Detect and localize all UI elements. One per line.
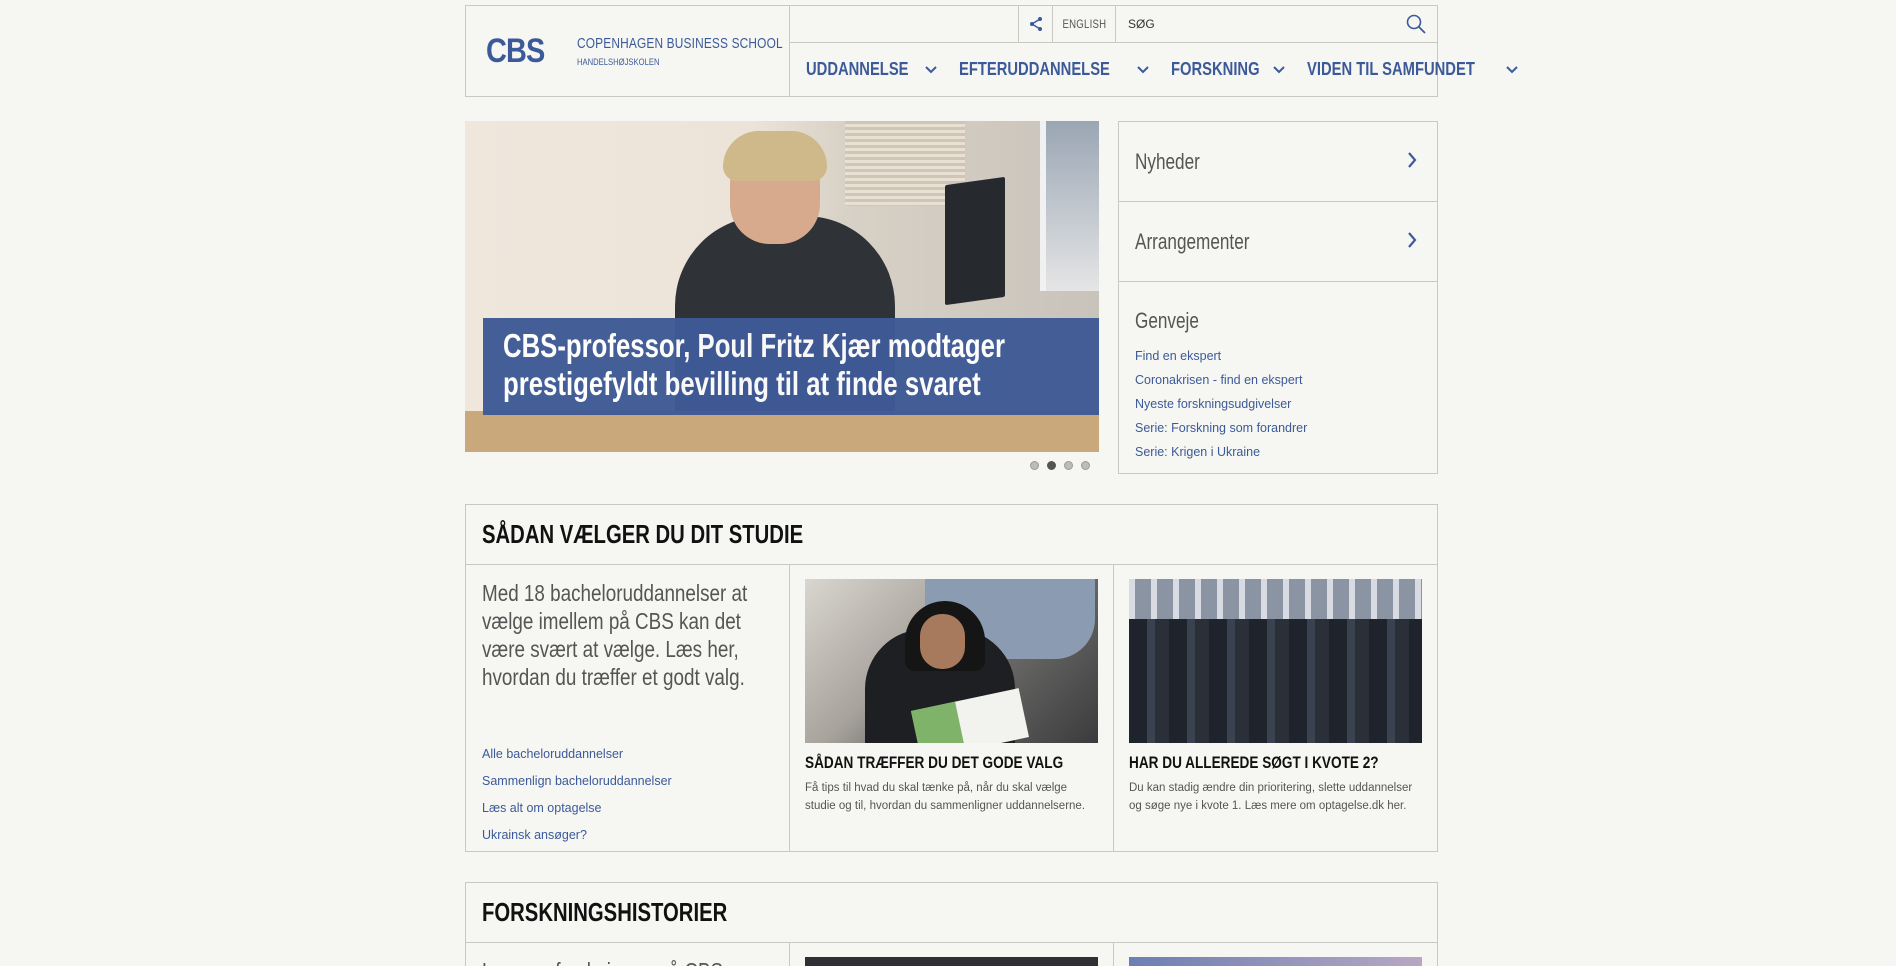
chevron-down-icon	[1273, 65, 1285, 73]
chevron-down-icon	[1505, 65, 1518, 73]
share-button[interactable]	[1018, 6, 1053, 42]
carousel-dot-active[interactable]	[1047, 461, 1056, 470]
study-card[interactable]: SÅDAN TRÆFFER DU DET GODE VALG Få tips t…	[790, 565, 1114, 851]
nav-uddannelse[interactable]: UDDANNELSE	[806, 59, 937, 80]
share-icon	[1029, 17, 1042, 31]
carousel-dots	[1030, 461, 1090, 470]
hero-caption[interactable]: CBS-professor, Poul Fritz Kjær modtager …	[483, 318, 1099, 415]
card-image	[1129, 957, 1422, 966]
nav-label: EFTERUDDANNELSE	[959, 59, 1110, 79]
card-text: Få tips til hvad du skal tænke på, når d…	[805, 782, 1086, 812]
quick-links-panel: Nyheder Arrangementer Genveje Find en ek…	[1118, 121, 1438, 474]
intro-text: Med 18 bacheloruddannelser at vælge imel…	[482, 580, 748, 690]
chevron-right-icon	[1408, 232, 1417, 248]
nav-efteruddannelse[interactable]: EFTERUDDANNELSE	[959, 59, 1149, 80]
shortcuts-title: Genveje	[1135, 308, 1199, 333]
nav-viden-til-samfundet[interactable]: VIDEN TIL SAMFUNDET	[1307, 59, 1518, 80]
cbs-logo[interactable]: CBS COPENHAGEN BUSINESS SCHOOL HANDELSHØ…	[466, 6, 790, 96]
study-link[interactable]: Sammenlign bacheloruddannelser	[482, 768, 672, 795]
language-link[interactable]: ENGLISH	[1053, 6, 1116, 42]
section-title: SÅDAN VÆLGER DU DIT STUDIE	[482, 519, 804, 549]
section-header: FORSKNINGSHISTORIER	[466, 883, 1437, 943]
card-image	[805, 579, 1098, 743]
shortcut-link[interactable]: Serie: Krigen i Ukraine	[1135, 440, 1421, 464]
study-link[interactable]: Ukrainsk ansøger?	[482, 822, 672, 849]
shortcut-link[interactable]: Coronakrisen - find en ekspert	[1135, 368, 1421, 392]
card-image	[1129, 579, 1422, 743]
logo-abbrev: CBS	[486, 31, 545, 70]
shortcut-link[interactable]: Nyeste forskningsudgivelser	[1135, 392, 1421, 416]
study-links: Alle bacheloruddannelser Sammenlign bach…	[482, 741, 672, 849]
section-title: FORSKNINGSHISTORIER	[482, 897, 728, 927]
nav-forskning[interactable]: FORSKNING	[1171, 59, 1285, 80]
research-intro: Læs om forskningen på CBS	[466, 943, 790, 966]
card-title: SÅDAN TRÆFFER DU DET GODE VALG	[805, 753, 1064, 772]
research-card[interactable]	[790, 943, 1114, 966]
news-link[interactable]: Nyheder	[1119, 122, 1437, 202]
hero-headline: CBS-professor, Poul Fritz Kjær modtager …	[503, 327, 1006, 402]
nav-label: VIDEN TIL SAMFUNDET	[1307, 59, 1475, 79]
study-section: SÅDAN VÆLGER DU DIT STUDIE Med 18 bachel…	[465, 504, 1438, 852]
study-intro: Med 18 bacheloruddannelser at vælge imel…	[466, 565, 790, 851]
language-label: ENGLISH	[1062, 17, 1106, 31]
shortcut-link[interactable]: Find en ekspert	[1135, 344, 1421, 368]
search-button[interactable]	[1405, 13, 1427, 35]
search-icon	[1406, 14, 1426, 34]
nav-label: FORSKNING	[1171, 59, 1260, 79]
site-header: CBS COPENHAGEN BUSINESS SCHOOL HANDELSHØ…	[465, 5, 1518, 97]
card-text: Du kan stadig ændre din prioritering, sl…	[1129, 782, 1413, 812]
nav-label: UDDANNELSE	[806, 59, 909, 79]
intro-text: Læs om forskningen på CBS	[482, 957, 777, 966]
research-card[interactable]	[1114, 943, 1437, 966]
chevron-down-icon	[925, 65, 937, 73]
chevron-right-icon	[1408, 152, 1417, 168]
logo-subtitle: HANDELSHØJSKOLEN	[576, 56, 660, 67]
utility-bar: ENGLISH	[790, 6, 1437, 43]
study-card[interactable]: HAR DU ALLEREDE SØGT I KVOTE 2? Du kan s…	[1114, 565, 1437, 851]
logo-name: COPENHAGEN BUSINESS SCHOOL	[576, 35, 783, 52]
study-link[interactable]: Alle bacheloruddannelser	[482, 741, 672, 768]
carousel-dot[interactable]	[1030, 461, 1039, 470]
section-header: SÅDAN VÆLGER DU DIT STUDIE	[466, 505, 1437, 565]
card-title: HAR DU ALLEREDE SØGT I KVOTE 2?	[1129, 753, 1379, 772]
chevron-down-icon	[1137, 65, 1149, 73]
events-link[interactable]: Arrangementer	[1119, 202, 1437, 282]
shortcuts: Genveje Find en ekspert Coronakrisen - f…	[1119, 282, 1437, 464]
news-label: Nyheder	[1135, 148, 1200, 174]
shortcut-link[interactable]: Serie: Forskning som forandrer	[1135, 416, 1421, 440]
study-link[interactable]: Læs alt om optagelse	[482, 795, 672, 822]
card-image	[805, 957, 1098, 966]
events-label: Arrangementer	[1135, 228, 1250, 254]
main-navigation: UDDANNELSE EFTERUDDANNELSE FORSKNING VID…	[790, 43, 1518, 96]
research-section: FORSKNINGSHISTORIER Læs om forskningen p…	[465, 882, 1438, 966]
carousel-dot[interactable]	[1064, 461, 1073, 470]
search-input[interactable]	[1128, 12, 1388, 36]
carousel-dot[interactable]	[1081, 461, 1090, 470]
hero-slide[interactable]: CBS-professor, Poul Fritz Kjær modtager …	[465, 121, 1099, 452]
